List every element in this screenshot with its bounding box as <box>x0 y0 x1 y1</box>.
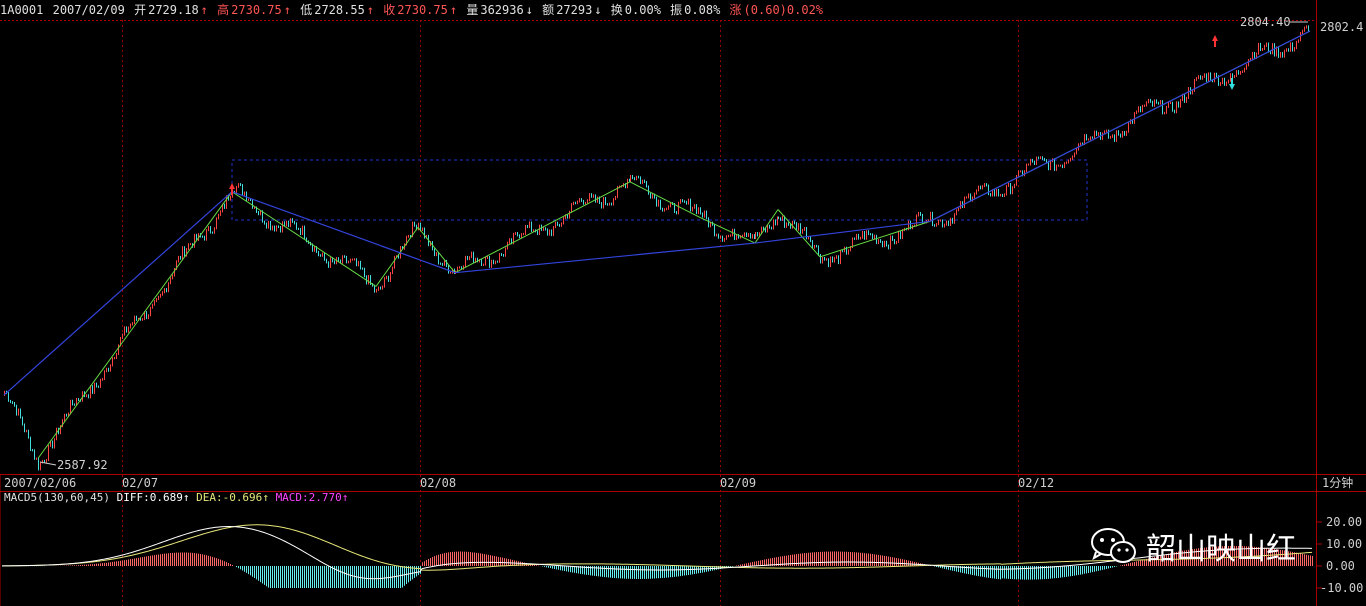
macd-y-tick: -10.00 <box>1320 581 1363 595</box>
zigzag-segment <box>231 191 377 287</box>
buy-arrow-icon <box>1212 35 1218 47</box>
x-tick-label: 02/12 <box>1018 476 1054 490</box>
x-tick-label: 02/08 <box>420 476 456 490</box>
trendline-segment <box>754 220 931 244</box>
zigzag-segment <box>454 181 631 274</box>
sell-arrow-icon <box>1229 78 1235 90</box>
high-marker: 2804.40 <box>1240 15 1308 29</box>
chart-frame <box>0 0 1366 606</box>
macd-y-tick: 0.00 <box>1326 559 1355 573</box>
zigzag-segment <box>754 209 779 244</box>
watermark-text: 韶山映山红 <box>1146 532 1296 567</box>
high-price-label: 2804.40 <box>1240 15 1291 29</box>
price-candles <box>4 25 1309 471</box>
up-arrow-icon: ↑ <box>262 491 269 504</box>
x-tick-label: 02/07 <box>122 476 158 490</box>
trendline-segment <box>929 30 1311 222</box>
up-arrow-icon: ↑ <box>182 491 190 504</box>
up-arrow-icon: ↑ <box>341 491 349 504</box>
macd-y-tick: 20.00 <box>1326 515 1362 529</box>
price-chart[interactable]: 2587.92 2804.40 2802.4 2007/02/06 02/07 … <box>0 0 1366 606</box>
macd-y-axis: 20.00 10.00 0.00 -10.00 <box>1316 515 1363 595</box>
zigzag-segment <box>37 191 233 459</box>
x-axis: 2007/02/06 02/07 02/08 02/09 02/12 1分钟 <box>4 475 1353 490</box>
trendline-segment <box>3 191 233 396</box>
low-price-label: 2587.92 <box>57 458 108 472</box>
zigzag-lines <box>3 30 1311 459</box>
low-marker: 2587.92 <box>39 458 108 472</box>
zigzag-segment <box>629 181 701 218</box>
zigzag-segment <box>819 220 931 258</box>
period-label[interactable]: 1分钟 <box>1322 475 1353 490</box>
zigzag-segment <box>777 209 821 258</box>
x-tick-label: 2007/02/06 <box>4 476 76 490</box>
day-separators <box>122 20 1019 606</box>
right-price-label: 2802.4 <box>1320 20 1363 34</box>
diff-value: DIFF:0.689 <box>116 491 183 504</box>
macd-header: MACD5(130,60,45) DIFF:0.689↑ DEA:-0.696↑… <box>4 491 348 505</box>
macd-value: MACD:2.770 <box>275 491 342 504</box>
dea-value: DEA:-0.696 <box>196 491 263 504</box>
wechat-icon <box>1091 528 1136 563</box>
zigzag-segment <box>699 216 756 244</box>
watermark: 韶山映山红 <box>1090 524 1296 568</box>
macd-name: MACD5(130,60,45) <box>4 491 110 504</box>
x-tick-label: 02/09 <box>720 476 756 490</box>
signal-arrows <box>229 35 1235 195</box>
macd-y-tick: 10.00 <box>1326 537 1362 551</box>
